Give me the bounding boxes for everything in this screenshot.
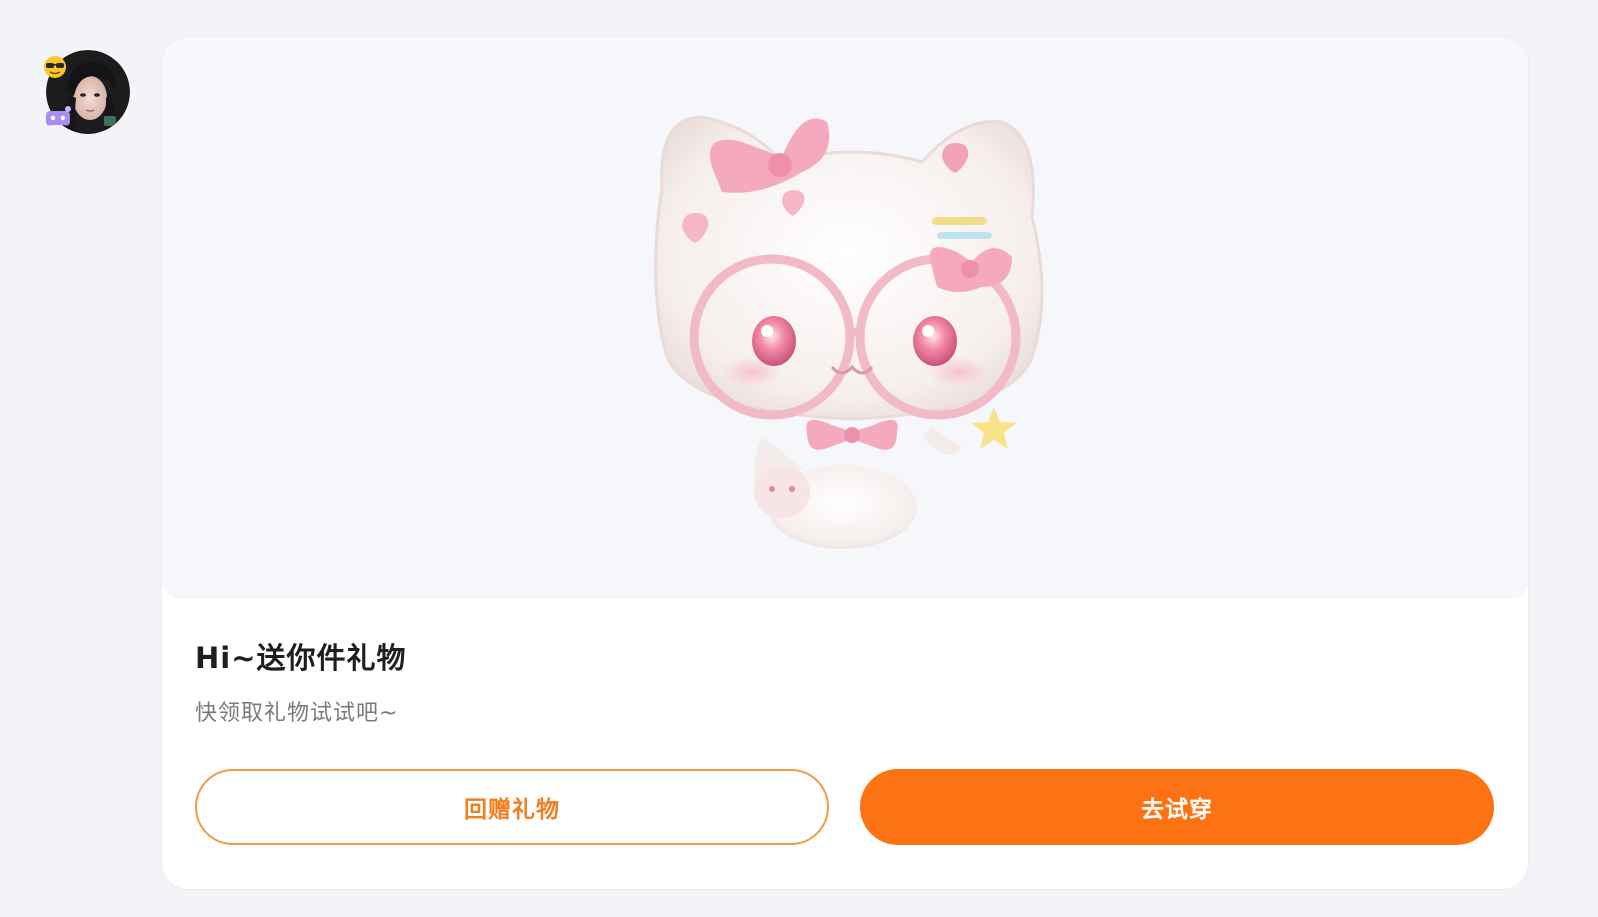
gift-card: Hi~送你件礼物 快领取礼物试试吧~ 回赠礼物 去试穿	[162, 37, 1528, 889]
gift-preview-image[interactable]	[162, 37, 1528, 599]
gift-title: Hi~送你件礼物	[195, 641, 407, 675]
sunglasses-emoji-icon	[44, 56, 66, 78]
return-gift-button[interactable]: 回赠礼物	[195, 769, 829, 845]
gift-message-view: Hi~送你件礼物 快领取礼物试试吧~ 回赠礼物 去试穿	[0, 0, 1598, 917]
try-on-button[interactable]: 去试穿	[860, 769, 1494, 845]
gamepad-toy-icon	[46, 106, 71, 126]
cat-plush-gift-icon	[654, 115, 1044, 549]
gift-subtitle: 快领取礼物试试吧~	[195, 701, 399, 726]
sender-avatar[interactable]	[44, 50, 130, 134]
